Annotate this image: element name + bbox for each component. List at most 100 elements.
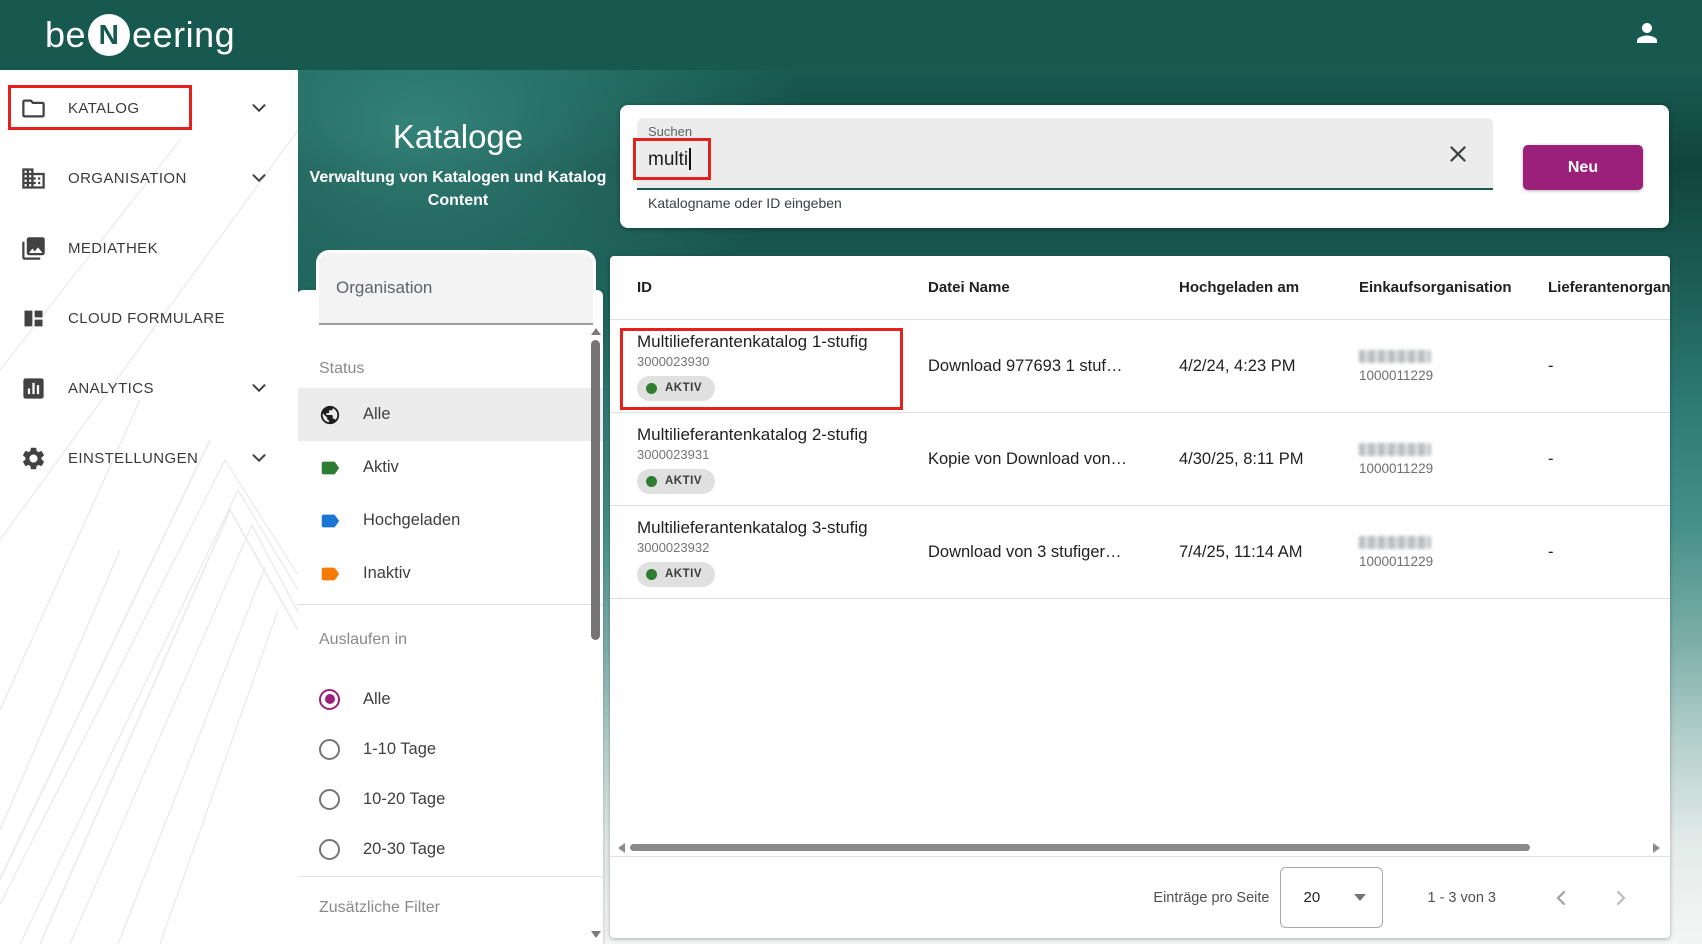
page-title: Kataloge bbox=[298, 118, 618, 156]
chevron-down-icon[interactable] bbox=[248, 377, 270, 399]
sidebar-nav: KATALOG ORGANISATION MEDIATHEK bbox=[0, 70, 298, 944]
sidebar-item-katalog[interactable]: KATALOG bbox=[0, 73, 298, 143]
divider bbox=[297, 876, 603, 877]
expiry-option-20-30[interactable]: 20-30 Tage bbox=[297, 824, 603, 874]
redacted-org-name bbox=[1359, 443, 1431, 456]
chevron-down-icon[interactable] bbox=[248, 167, 270, 189]
label-icon bbox=[319, 510, 341, 532]
scroll-up-arrow[interactable] bbox=[591, 328, 601, 335]
sidebar-item-analytics[interactable]: ANALYTICS bbox=[0, 353, 298, 423]
folder-icon bbox=[20, 95, 47, 122]
table-horizontal-scrollbar bbox=[610, 840, 1670, 856]
person-icon bbox=[1632, 18, 1662, 53]
expiry-option-label: 20-30 Tage bbox=[363, 840, 445, 859]
file-name-cell: Kopie von Download von… bbox=[928, 413, 1179, 505]
id-cell: Multilieferantenkatalog 2-stufig 3000023… bbox=[637, 413, 928, 505]
status-badge: AKTIV bbox=[637, 562, 715, 587]
scroll-down-arrow[interactable] bbox=[591, 931, 601, 938]
sidebar-item-cloud-formulare[interactable]: CLOUD FORMULARE bbox=[0, 283, 298, 353]
app-screen: beNeering bbox=[0, 0, 1702, 944]
organisation-select[interactable]: Organisation bbox=[319, 253, 593, 325]
main-content: Kataloge Verwaltung von Katalogen und Ka… bbox=[298, 70, 1702, 944]
radio-selected-icon bbox=[319, 689, 340, 710]
table-row[interactable]: Multilieferantenkatalog 1-stufig 3000023… bbox=[610, 320, 1670, 413]
page-header: Kataloge Verwaltung von Katalogen und Ka… bbox=[298, 118, 618, 212]
status-badge: AKTIV bbox=[637, 376, 715, 401]
chevron-down-icon[interactable] bbox=[248, 97, 270, 119]
status-option-label: Alle bbox=[363, 405, 391, 424]
per-page-label: Einträge pro Seite bbox=[1153, 890, 1269, 906]
table-header-row: ID Datei Name Hochgeladen am Einkaufsorg… bbox=[610, 256, 1670, 320]
supplier-org-cell: - bbox=[1548, 413, 1670, 505]
redacted-org-name bbox=[1359, 536, 1431, 549]
scroll-right-arrow[interactable] bbox=[1653, 843, 1660, 853]
search-input-label: Suchen bbox=[648, 124, 692, 139]
forms-icon bbox=[20, 305, 47, 332]
sidebar-item-einstellungen[interactable]: EINSTELLUNGEN bbox=[0, 423, 298, 493]
logo-text-post: eering bbox=[132, 14, 235, 56]
sidebar-item-label: EINSTELLUNGEN bbox=[68, 450, 248, 467]
sidebar-menu: KATALOG ORGANISATION MEDIATHEK bbox=[0, 70, 298, 493]
column-header-einkaufsorganisation: Einkaufsorganisation bbox=[1359, 279, 1548, 296]
search-card: Suchen multi Katalogname oder ID eingebe… bbox=[620, 105, 1669, 228]
per-page-value: 20 bbox=[1303, 889, 1320, 906]
search-helper-text: Katalogname oder ID eingeben bbox=[648, 195, 842, 211]
text-cursor bbox=[689, 148, 691, 170]
expiry-option-1-10[interactable]: 1-10 Tage bbox=[297, 724, 603, 774]
scroll-left-arrow[interactable] bbox=[618, 843, 625, 853]
gear-icon bbox=[20, 445, 47, 472]
new-catalog-button[interactable]: Neu bbox=[1523, 145, 1643, 190]
expiry-option-label: Alle bbox=[363, 690, 391, 709]
status-option-inaktiv[interactable]: Inaktiv bbox=[297, 547, 603, 600]
purchasing-org-cell: 1000011229 bbox=[1359, 413, 1548, 505]
purchasing-org-code: 1000011229 bbox=[1359, 461, 1433, 476]
sidebar-item-label: CLOUD FORMULARE bbox=[68, 310, 270, 327]
catalog-table-card: ID Datei Name Hochgeladen am Einkaufsorg… bbox=[610, 256, 1670, 938]
file-name-cell: Download von 3 stufiger… bbox=[928, 506, 1179, 598]
purchasing-org-code: 1000011229 bbox=[1359, 554, 1433, 569]
chevron-down-icon[interactable] bbox=[248, 447, 270, 469]
catalog-id: 3000023931 bbox=[637, 447, 709, 462]
expiry-filter-list: Alle 1-10 Tage 10-20 Tage 20-30 Tage bbox=[297, 674, 603, 874]
sidebar-item-label: MEDIATHEK bbox=[68, 240, 270, 257]
additional-filters-heading: Zusätzliche Filter bbox=[297, 899, 603, 917]
horizontal-scrollbar-thumb[interactable] bbox=[630, 844, 1530, 851]
analytics-icon bbox=[20, 375, 47, 402]
status-option-aktiv[interactable]: Aktiv bbox=[297, 441, 603, 494]
table-row[interactable]: Multilieferantenkatalog 2-stufig 3000023… bbox=[610, 413, 1670, 506]
column-header-lieferantenorganisation: Lieferantenorganisation bbox=[1548, 279, 1670, 296]
divider bbox=[297, 604, 603, 605]
catalog-name: Multilieferantenkatalog 3-stufig bbox=[637, 518, 868, 538]
clear-search-button[interactable] bbox=[1445, 141, 1471, 167]
supplier-org-cell: - bbox=[1548, 506, 1670, 598]
table-row[interactable]: Multilieferantenkatalog 3-stufig 3000023… bbox=[610, 506, 1670, 599]
search-input[interactable]: Suchen multi bbox=[637, 118, 1493, 190]
sidebar-item-label: ORGANISATION bbox=[68, 170, 248, 187]
expiry-option-10-20[interactable]: 10-20 Tage bbox=[297, 774, 603, 824]
user-account-button[interactable] bbox=[1630, 18, 1664, 52]
label-icon bbox=[319, 457, 341, 479]
expiry-option-label: 1-10 Tage bbox=[363, 740, 436, 759]
status-option-hochgeladen[interactable]: Hochgeladen bbox=[297, 494, 603, 547]
purchasing-org-code: 1000011229 bbox=[1359, 368, 1433, 383]
expiry-option-label: 10-20 Tage bbox=[363, 790, 445, 809]
catalog-id: 3000023932 bbox=[637, 540, 709, 555]
logo-text-pre: be bbox=[45, 14, 86, 56]
status-option-label: Inaktiv bbox=[363, 564, 411, 583]
status-filter-list: Alle Aktiv Hochgeladen bbox=[297, 388, 603, 600]
table-pagination: Einträge pro Seite 20 1 - 3 von 3 bbox=[610, 856, 1670, 938]
per-page-select[interactable]: 20 bbox=[1280, 867, 1383, 928]
expiry-option-alle[interactable]: Alle bbox=[297, 674, 603, 724]
column-header-hochgeladen-am: Hochgeladen am bbox=[1179, 279, 1359, 296]
sidebar-item-organisation[interactable]: ORGANISATION bbox=[0, 143, 298, 213]
vertical-scrollbar-thumb[interactable] bbox=[591, 340, 600, 640]
status-option-alle[interactable]: Alle bbox=[297, 388, 603, 441]
sidebar-item-mediathek[interactable]: MEDIATHEK bbox=[0, 213, 298, 283]
close-icon bbox=[1445, 154, 1471, 171]
building-icon bbox=[20, 165, 47, 192]
uploaded-at-cell: 4/30/25, 8:11 PM bbox=[1179, 413, 1359, 505]
next-page-button[interactable] bbox=[1608, 885, 1634, 911]
radio-icon bbox=[319, 839, 340, 860]
previous-page-button[interactable] bbox=[1548, 885, 1574, 911]
dropdown-caret-icon bbox=[1354, 894, 1366, 901]
